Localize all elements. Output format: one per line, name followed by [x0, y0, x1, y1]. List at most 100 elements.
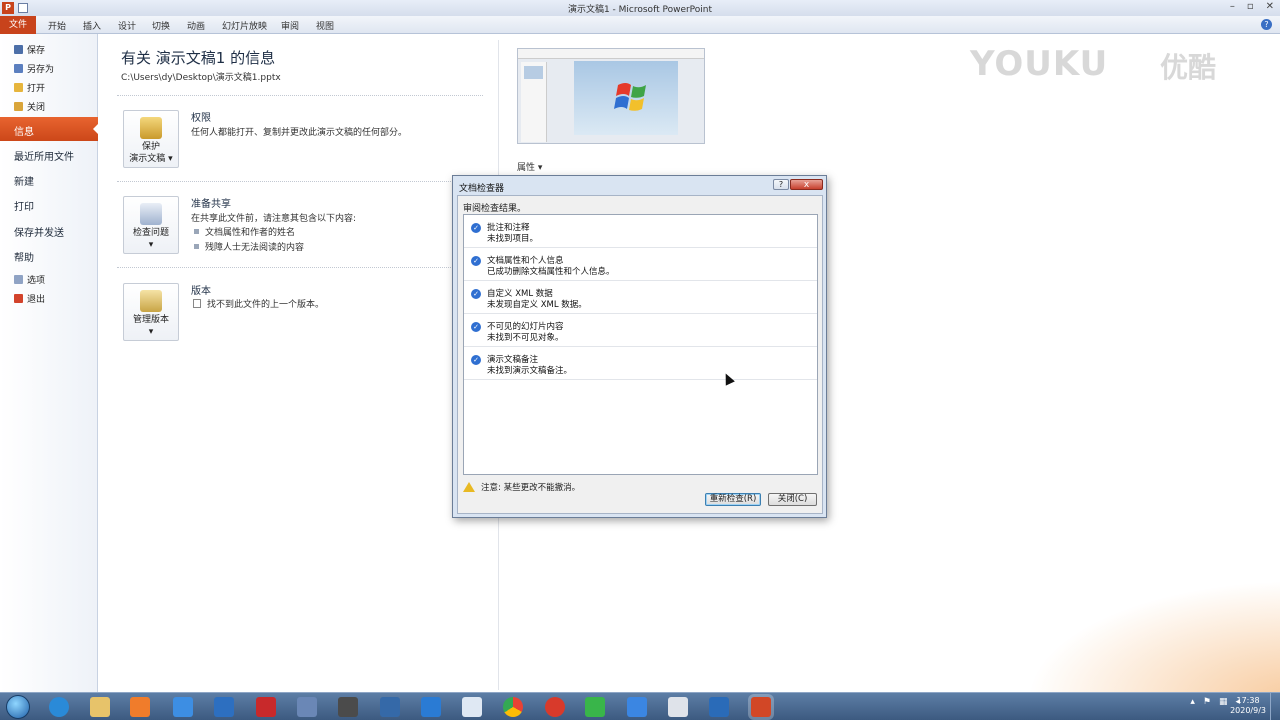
dialog-body: 审阅检查结果。 ✓ 批注和注释 未找到项目。 ✓ 文档属性和个人信息 已成功删除…	[457, 195, 823, 514]
close-button[interactable]: 关闭(C)	[768, 493, 817, 506]
menu-close[interactable]: 关闭	[14, 100, 45, 113]
versions-title: 版本	[191, 286, 211, 297]
presentation-thumbnail[interactable]	[517, 48, 705, 144]
menu-open[interactable]: 打开	[14, 81, 45, 94]
tab-review[interactable]: 审阅	[281, 19, 299, 32]
check-icon: ✓	[471, 256, 481, 266]
share-bullet: 残障人士无法阅读的内容	[194, 240, 304, 253]
check-icon: ✓	[471, 289, 481, 299]
menu-print[interactable]: 打印	[14, 198, 34, 213]
menu-save-as[interactable]: 另存为	[14, 62, 54, 75]
list-item: ✓ 演示文稿备注 未找到演示文稿备注。	[464, 347, 817, 380]
dialog-close-icon[interactable]: x	[790, 179, 823, 190]
check-document-icon	[140, 203, 162, 225]
close-folder-icon	[14, 102, 23, 111]
start-button[interactable]	[6, 695, 30, 719]
it-app-icon[interactable]	[256, 697, 276, 717]
menu-recent[interactable]: 最近所用文件	[14, 148, 74, 163]
help-icon[interactable]: ?	[1261, 19, 1272, 30]
ie-icon[interactable]	[49, 697, 69, 717]
minimize-icon[interactable]: –	[1230, 1, 1235, 12]
check-issues-button[interactable]: 检查问题 ▾	[123, 196, 179, 254]
tab-design[interactable]: 设计	[118, 19, 136, 32]
share-bullet: 文档属性和作者的姓名	[194, 225, 295, 238]
warning-note: 注意: 某些更改不能撤消。	[463, 481, 580, 493]
menu-new[interactable]: 新建	[14, 173, 34, 188]
tool-icon[interactable]	[338, 697, 358, 717]
save-as-icon	[14, 64, 23, 73]
youku-watermark: YOUKU	[970, 44, 1109, 84]
results-list[interactable]: ✓ 批注和注释 未找到项目。 ✓ 文档属性和个人信息 已成功删除文档属性和个人信…	[463, 214, 818, 475]
protect-presentation-button[interactable]: 保护 演示文稿 ▾	[123, 110, 179, 168]
network-icon[interactable]: ▦	[1219, 697, 1228, 707]
app-icon[interactable]	[421, 697, 441, 717]
list-item: ✓ 文档属性和个人信息 已成功删除文档属性和个人信息。	[464, 248, 817, 281]
permissions-text: 任何人都能打开、复制并更改此演示文稿的任何部分。	[191, 128, 408, 138]
share-text: 在共享此文件前，请注意其包含以下内容:	[191, 214, 357, 224]
tray-arrow-icon[interactable]: ▴	[1190, 697, 1195, 707]
feishu-icon[interactable]	[627, 697, 647, 717]
divider	[117, 181, 483, 182]
menu-save-send[interactable]: 保存并发送	[14, 224, 64, 239]
exit-icon	[14, 294, 23, 303]
share-title: 准备共享	[191, 199, 231, 210]
save-icon	[14, 45, 23, 54]
open-folder-icon	[14, 83, 23, 92]
dialog-title: 文档检查器	[459, 184, 505, 194]
microphone-icon[interactable]	[668, 697, 688, 717]
tab-animations[interactable]: 动画	[187, 19, 205, 32]
window-title: 演示文稿1 - Microsoft PowerPoint	[567, 5, 713, 15]
dialog-caption: 审阅检查结果。	[463, 204, 527, 214]
manage-versions-button[interactable]: 管理版本 ▾	[123, 283, 179, 341]
windows-logo-icon	[614, 83, 646, 111]
permissions-title: 权限	[191, 113, 211, 124]
menu-help[interactable]: 帮助	[14, 249, 34, 264]
versions-text-row: 找不到此文件的上一个版本。	[193, 297, 324, 310]
menu-exit[interactable]: 退出	[14, 292, 45, 305]
dialog-help-button[interactable]: ?	[773, 179, 789, 190]
app-icon[interactable]	[297, 697, 317, 717]
versions-icon	[140, 290, 162, 312]
show-desktop-button[interactable]	[1270, 693, 1280, 720]
chrome-icon[interactable]	[503, 697, 523, 717]
tab-view[interactable]: 视图	[316, 19, 334, 32]
list-item: ✓ 不可见的幻灯片内容 未找到不可见对象。	[464, 314, 817, 347]
menu-options[interactable]: 选项	[14, 273, 45, 286]
app-icon[interactable]	[709, 697, 729, 717]
close-window-icon[interactable]: ✕	[1266, 1, 1274, 12]
tab-insert[interactable]: 插入	[83, 19, 101, 32]
explorer-icon[interactable]	[90, 697, 110, 717]
options-icon	[14, 275, 23, 284]
divider	[117, 95, 483, 96]
play-icon[interactable]	[585, 697, 605, 717]
slide-preview	[574, 61, 678, 135]
tab-transitions[interactable]: 切换	[152, 19, 170, 32]
app-icon[interactable]	[173, 697, 193, 717]
check-icon: ✓	[471, 223, 481, 233]
menu-save[interactable]: 保存	[14, 43, 45, 56]
list-item: ✓ 批注和注释 未找到项目。	[464, 215, 817, 248]
app-icon[interactable]	[214, 697, 234, 717]
warning-icon	[463, 482, 475, 492]
tab-slideshow[interactable]: 幻灯片放映	[222, 19, 267, 32]
lock-icon	[140, 117, 162, 139]
app-icon[interactable]	[462, 697, 482, 717]
media-player-icon[interactable]	[130, 697, 150, 717]
ribbon-tabs: 文件 开始 插入 设计 切换 动画 幻灯片放映 审阅 视图 ?	[0, 16, 1280, 34]
tab-home[interactable]: 开始	[48, 19, 66, 32]
tab-file[interactable]: 文件	[0, 16, 36, 34]
backstage-menu: 保存 另存为 打开 关闭 信息 最近所用文件 新建 打印 保存并发送 帮助 选项…	[0, 34, 99, 692]
taskbar: ▴ ⚑ ▦ ◂ 17:38 2020/9/3	[0, 692, 1280, 720]
clock[interactable]: 17:38 2020/9/3	[1230, 696, 1266, 716]
menu-info[interactable]: 信息	[0, 117, 99, 141]
app-icon[interactable]	[380, 697, 400, 717]
netease-music-icon[interactable]	[545, 697, 565, 717]
maximize-icon[interactable]: ▫	[1247, 1, 1254, 12]
powerpoint-taskbar-icon[interactable]	[751, 697, 771, 717]
flag-icon[interactable]: ⚑	[1203, 697, 1211, 707]
properties-dropdown[interactable]: 属性 ▾	[517, 160, 542, 173]
title-bar: P 演示文稿1 - Microsoft PowerPoint – ▫ ✕	[0, 0, 1280, 16]
recheck-button[interactable]: 重新检查(R)	[705, 493, 761, 506]
background-decoration	[980, 560, 1280, 700]
check-icon: ✓	[471, 322, 481, 332]
